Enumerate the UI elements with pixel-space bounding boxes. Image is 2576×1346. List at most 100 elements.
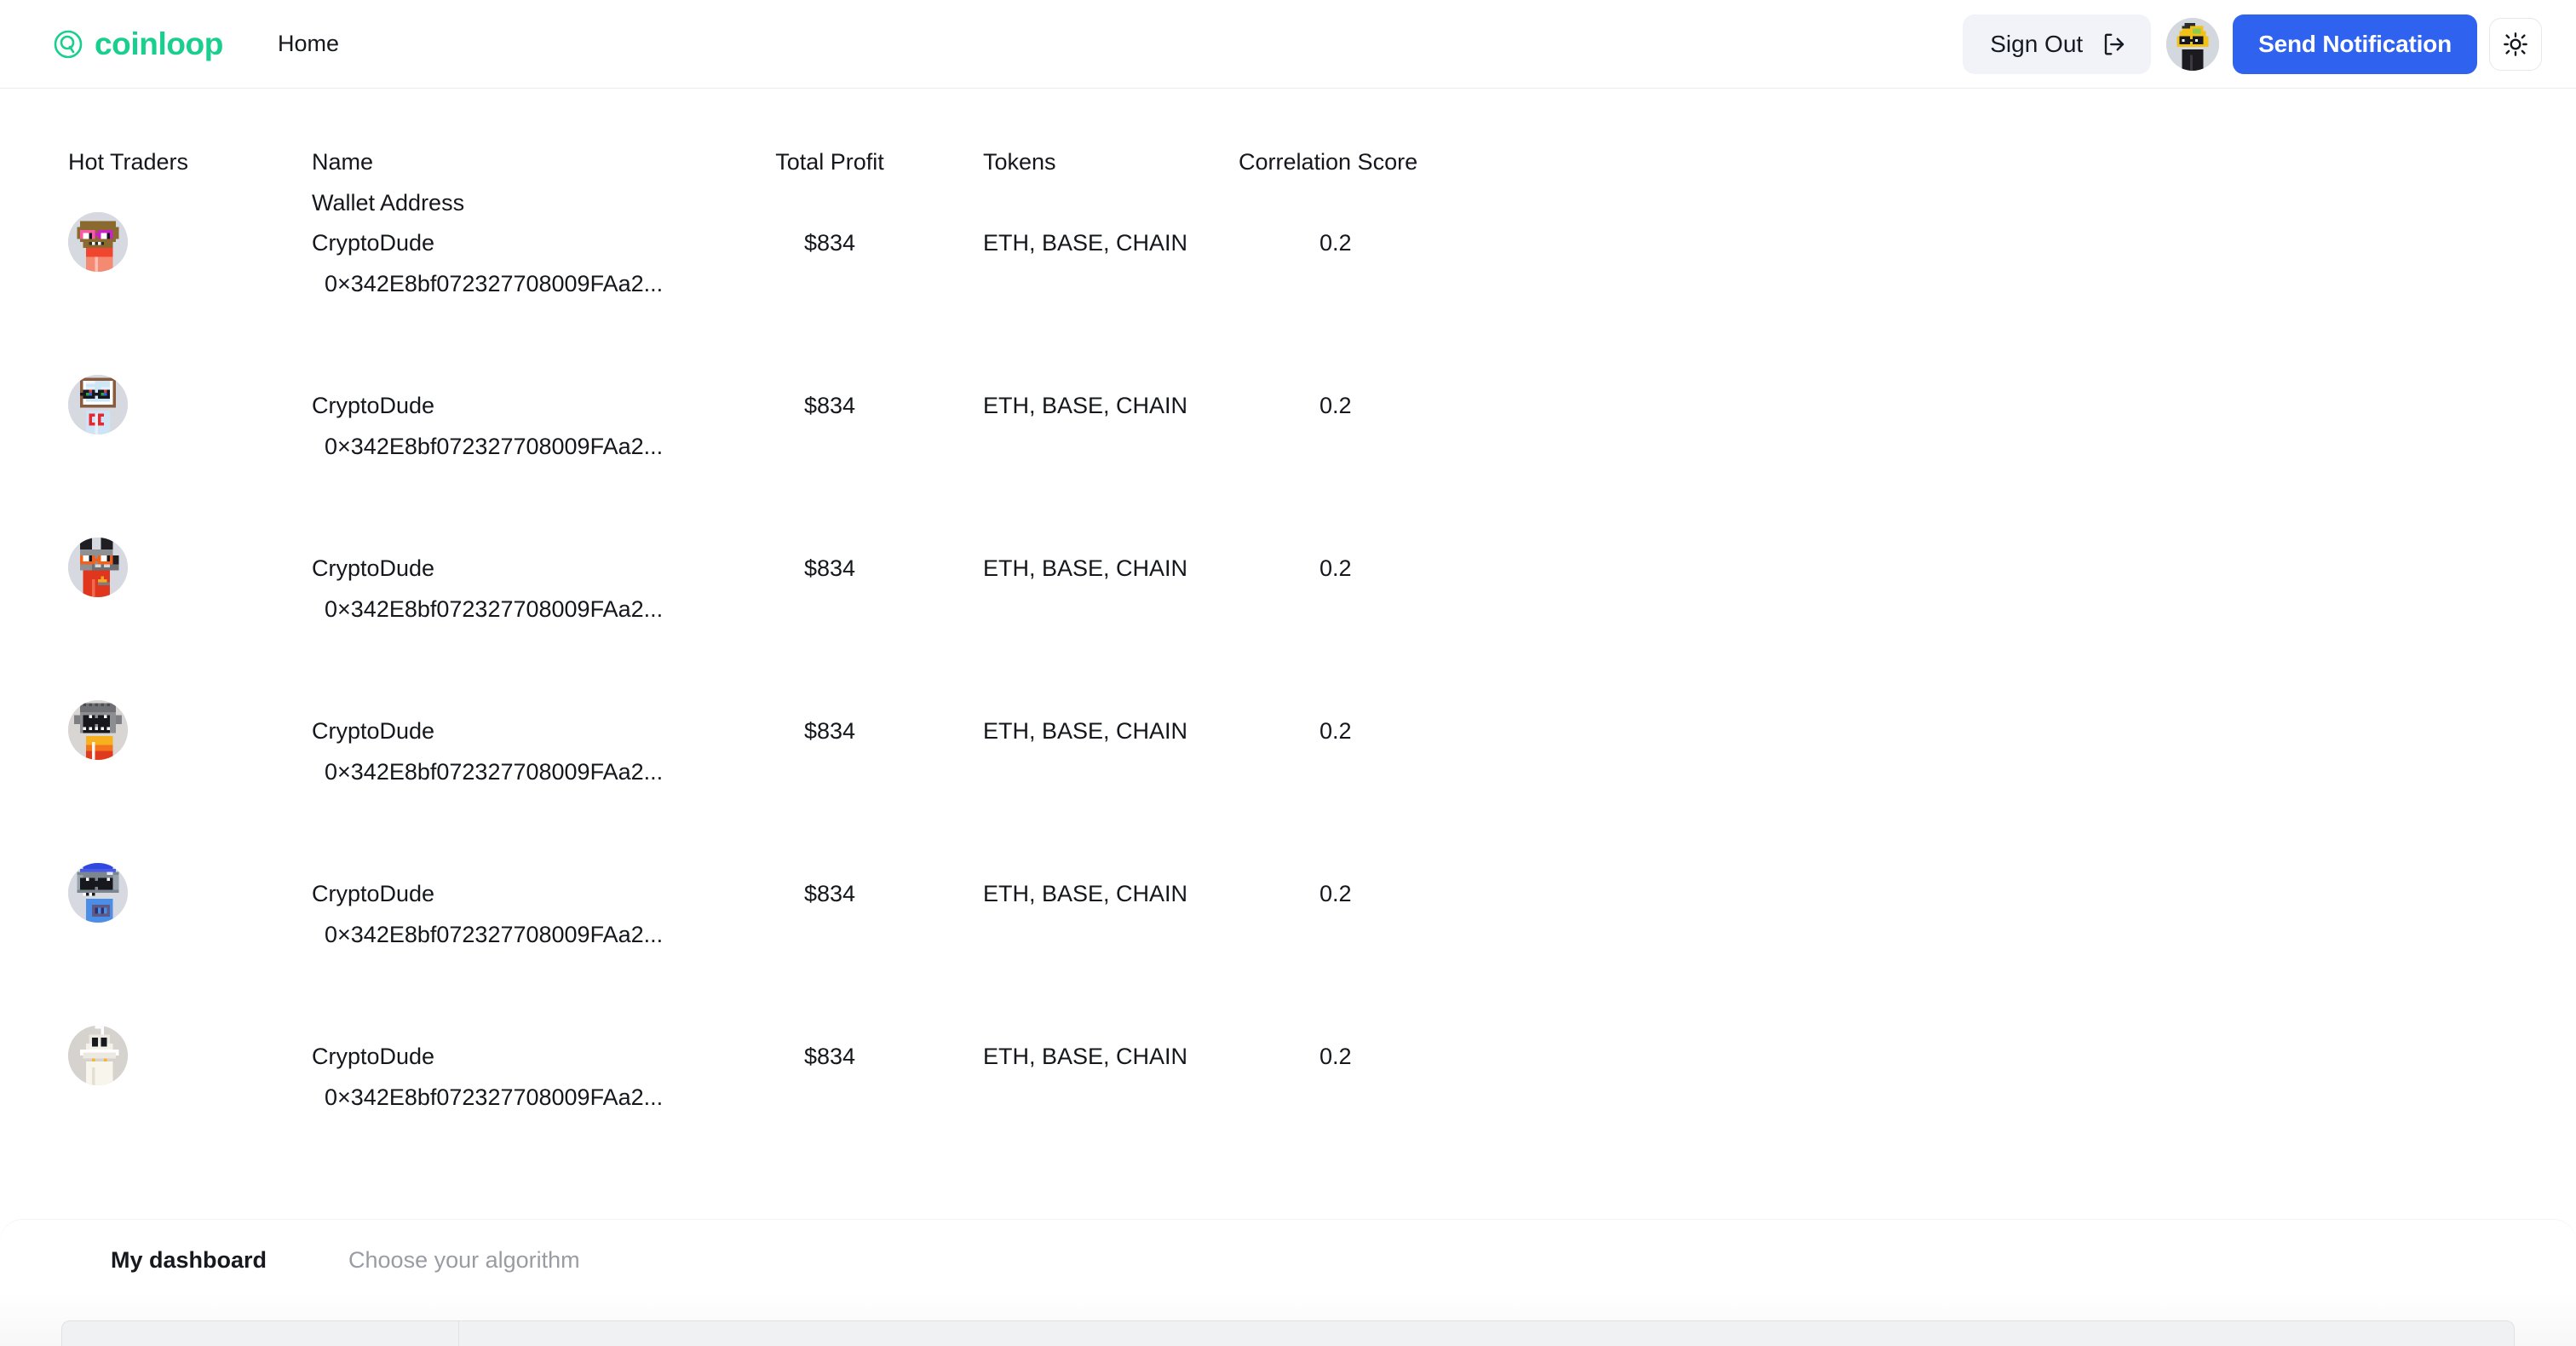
trader-name: CryptoDude	[312, 555, 435, 581]
cell-tokens: ETH, BASE, CHAIN	[983, 366, 1239, 426]
trader-name: CryptoDude	[312, 1044, 435, 1069]
cell-total-profit: $834	[676, 1017, 983, 1077]
table-row[interactable]: CryptoDude 0×342E8bf072327708009FAa2... …	[0, 204, 2576, 366]
cell-correlation-score: 0.2	[1239, 366, 1613, 426]
avatar-white-frame-cc-icon	[68, 375, 128, 434]
sun-icon	[2502, 31, 2529, 58]
cell-trader-avatar	[0, 529, 312, 597]
table-header-row: Hot Traders Name Wallet Address Total Pr…	[0, 89, 2576, 216]
cell-tokens: ETH, BASE, CHAIN	[983, 854, 1239, 914]
hot-traders-table: Hot Traders Name Wallet Address Total Pr…	[0, 89, 2576, 1180]
cell-name-wallet: CryptoDude 0×342E8bf072327708009FAa2...	[312, 1017, 676, 1118]
trader-wallet-address: 0×342E8bf072327708009FAa2...	[325, 759, 664, 785]
sign-out-button[interactable]: Sign Out	[1963, 14, 2152, 74]
tab-my-dashboard[interactable]: My dashboard	[111, 1249, 267, 1272]
subpanel-column-b	[459, 1321, 2514, 1346]
subpanel-column-a	[62, 1321, 458, 1346]
trader-wallet-address: 0×342E8bf072327708009FAa2...	[325, 1084, 664, 1110]
column-label: Name	[312, 149, 374, 175]
cell-trader-avatar	[0, 366, 312, 434]
avatar-brown-pink-glasses-icon	[68, 212, 128, 272]
cell-trader-avatar	[0, 692, 312, 760]
theme-toggle-button[interactable]	[2489, 17, 2542, 71]
trader-name: CryptoDude	[312, 393, 435, 418]
avatar-gray-ears-orange-glasses-icon	[68, 538, 128, 597]
tokens-value: ETH, BASE, CHAIN	[983, 718, 1188, 744]
correlation-score-value: 0.2	[1320, 230, 1352, 256]
total-profit-value: $834	[803, 230, 856, 256]
trader-name: CryptoDude	[312, 718, 435, 744]
bottom-subpanel-table	[61, 1320, 2515, 1346]
brand-logo[interactable]: coinloop	[53, 28, 223, 60]
trader-wallet-address: 0×342E8bf072327708009FAa2...	[325, 434, 664, 459]
trader-wallet-address: 0×342E8bf072327708009FAa2...	[325, 596, 664, 622]
cell-correlation-score: 0.2	[1239, 854, 1613, 914]
cell-tokens: ETH, BASE, CHAIN	[983, 204, 1239, 263]
correlation-score-value: 0.2	[1320, 1044, 1352, 1069]
tokens-value: ETH, BASE, CHAIN	[983, 1044, 1188, 1069]
total-profit-value: $834	[803, 718, 856, 744]
cell-total-profit: $834	[676, 692, 983, 751]
tab-choose-your-algorithm[interactable]: Choose your algorithm	[348, 1249, 580, 1272]
cell-trader-avatar	[0, 854, 312, 923]
cell-correlation-score: 0.2	[1239, 204, 1613, 263]
trader-wallet-address: 0×342E8bf072327708009FAa2...	[325, 922, 664, 947]
column-label: Hot Traders	[68, 149, 189, 175]
table-row[interactable]: CryptoDude 0×342E8bf072327708009FAa2... …	[0, 529, 2576, 692]
correlation-score-value: 0.2	[1320, 555, 1352, 581]
cell-total-profit: $834	[676, 854, 983, 914]
trader-wallet-address: 0×342E8bf072327708009FAa2...	[325, 271, 664, 296]
column-header-correlation-score: Correlation Score	[1239, 141, 1613, 182]
cell-trader-avatar	[0, 1017, 312, 1085]
tokens-value: ETH, BASE, CHAIN	[983, 555, 1188, 581]
bottom-panel: My dashboard Choose your algorithm	[0, 1220, 2576, 1346]
main-content: Hot Traders Name Wallet Address Total Pr…	[0, 89, 2576, 1180]
column-label: Total Profit	[775, 149, 884, 175]
bottom-tabs: My dashboard Choose your algorithm	[0, 1220, 2576, 1272]
nav-link-home[interactable]: Home	[278, 32, 339, 55]
tokens-value: ETH, BASE, CHAIN	[983, 881, 1188, 906]
main-nav: Home	[278, 32, 339, 55]
sign-out-label: Sign Out	[1990, 30, 2084, 57]
correlation-score-value: 0.2	[1320, 393, 1352, 418]
coinloop-circle-icon	[53, 29, 83, 60]
tokens-value: ETH, BASE, CHAIN	[983, 393, 1188, 418]
cell-name-wallet: CryptoDude 0×342E8bf072327708009FAa2...	[312, 366, 676, 467]
cell-correlation-score: 0.2	[1239, 1017, 1613, 1077]
avatar-blue-hair-cc-shirt-icon	[68, 863, 128, 923]
column-header-hot-traders: Hot Traders	[0, 141, 312, 182]
avatar-gray-robot-orange-body-icon	[68, 700, 128, 760]
cell-tokens: ETH, BASE, CHAIN	[983, 692, 1239, 751]
cell-correlation-score: 0.2	[1239, 692, 1613, 751]
cell-correlation-score: 0.2	[1239, 529, 1613, 589]
cell-name-wallet: CryptoDude 0×342E8bf072327708009FAa2...	[312, 692, 676, 792]
total-profit-value: $834	[803, 555, 856, 581]
cell-total-profit: $834	[676, 204, 983, 263]
cell-tokens: ETH, BASE, CHAIN	[983, 529, 1239, 589]
cell-trader-avatar	[0, 204, 312, 272]
table-row[interactable]: CryptoDude 0×342E8bf072327708009FAa2... …	[0, 1017, 2576, 1180]
cell-name-wallet: CryptoDude 0×342E8bf072327708009FAa2...	[312, 204, 676, 304]
table-row[interactable]: CryptoDude 0×342E8bf072327708009FAa2... …	[0, 854, 2576, 1017]
avatar-white-question-necklace-icon	[68, 1026, 128, 1085]
cell-name-wallet: CryptoDude 0×342E8bf072327708009FAa2...	[312, 529, 676, 630]
tokens-value: ETH, BASE, CHAIN	[983, 230, 1188, 256]
brand-name: coinloop	[95, 26, 223, 61]
table-row[interactable]: CryptoDude 0×342E8bf072327708009FAa2... …	[0, 692, 2576, 854]
cell-name-wallet: CryptoDude 0×342E8bf072327708009FAa2...	[312, 854, 676, 955]
table-row[interactable]: CryptoDude 0×342E8bf072327708009FAa2... …	[0, 366, 2576, 529]
trader-name: CryptoDude	[312, 230, 435, 256]
total-profit-value: $834	[803, 393, 856, 418]
total-profit-value: $834	[803, 1044, 856, 1069]
column-header-total-profit: Total Profit	[676, 141, 983, 182]
correlation-score-value: 0.2	[1320, 881, 1352, 906]
cell-total-profit: $834	[676, 366, 983, 426]
cell-total-profit: $834	[676, 529, 983, 589]
app-header: coinloop Home Sign Out Send Notification	[0, 0, 2576, 89]
cell-tokens: ETH, BASE, CHAIN	[983, 1017, 1239, 1077]
column-label: Correlation Score	[1239, 149, 1418, 175]
column-label: Tokens	[983, 149, 1056, 175]
column-header-tokens: Tokens	[983, 141, 1239, 182]
user-avatar[interactable]	[2166, 17, 2220, 71]
send-notification-button[interactable]: Send Notification	[2233, 14, 2477, 74]
